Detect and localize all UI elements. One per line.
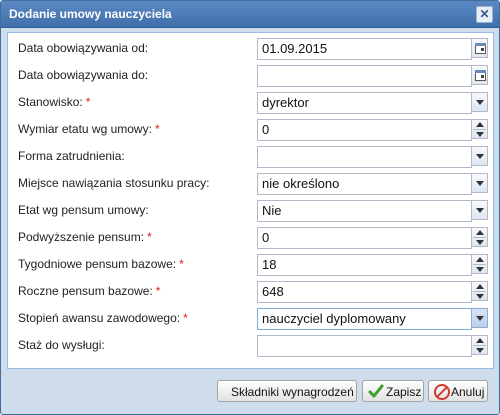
dialog-footer: Składniki wynagrodzeń Zapisz Anuluj <box>7 373 494 409</box>
weekly-pensum-input[interactable]: 18 <box>257 254 472 276</box>
field-label: Staż do wysługi: <box>18 338 105 352</box>
row-pensum-increase: Podwyższenie pensum: * 0 <box>8 227 493 249</box>
chevron-down-icon[interactable] <box>471 200 488 220</box>
fte-input[interactable]: 0 <box>257 119 472 141</box>
salary-components-button[interactable]: Składniki wynagrodzeń <box>217 380 357 402</box>
field-label: Etat wg pensum umowy: <box>18 203 149 217</box>
chevron-down-icon[interactable] <box>471 146 488 166</box>
required-marker: * <box>155 284 161 298</box>
field-label: Data obowiązywania do: <box>18 68 149 82</box>
required-marker: * <box>147 230 152 244</box>
seniority-input[interactable] <box>257 335 472 357</box>
row-date-to: Data obowiązywania do: <box>8 65 493 87</box>
row-position: Stanowisko: * dyrektor <box>8 92 493 114</box>
row-seniority: Staż do wysługi: <box>8 335 493 357</box>
spinner-icon[interactable] <box>471 335 488 355</box>
required-marker: * <box>154 122 160 136</box>
field-label: Wymiar etatu wg umowy: <box>18 122 152 136</box>
employment-form-select[interactable] <box>257 146 472 168</box>
workplace-select[interactable]: nie określono <box>257 173 472 195</box>
check-icon <box>368 384 384 398</box>
row-weekly-pensum: Tygodniowe pensum bazowe: * 18 <box>8 254 493 276</box>
row-pensum-fte: Etat wg pensum umowy: Nie <box>8 200 493 222</box>
spinner-icon[interactable] <box>471 119 488 139</box>
field-label: Roczne pensum bazowe: <box>18 284 153 298</box>
field-label: Podwyższenie pensum: <box>18 230 145 244</box>
form-body: Data obowiązywania od: 01.09.2015 Data o… <box>7 32 494 369</box>
row-fte: Wymiar etatu wg umowy: * 0 <box>8 119 493 141</box>
row-promotion-level: Stopień awansu zawodowego: * nauczyciel d… <box>8 308 493 330</box>
pensum-fte-select[interactable]: Nie <box>257 200 472 222</box>
yearly-pensum-input[interactable]: 648 <box>257 281 472 303</box>
dialog-title: Dodanie umowy nauczyciela <box>9 7 172 21</box>
dialog-window: Dodanie umowy nauczyciela ✕ Data obowiąz… <box>0 0 500 415</box>
field-label: Miejsce nawiązania stosunku pracy: <box>18 176 210 190</box>
pensum-increase-input[interactable]: 0 <box>257 227 472 249</box>
position-select[interactable]: dyrektor <box>257 92 472 114</box>
field-label: Data obowiązywania od: <box>18 41 149 55</box>
dialog-titlebar: Dodanie umowy nauczyciela ✕ <box>1 1 499 28</box>
spinner-icon[interactable] <box>471 227 488 247</box>
required-marker: * <box>179 257 184 271</box>
field-label: Tygodniowe pensum bazowe: <box>18 257 177 271</box>
close-icon[interactable]: ✕ <box>476 6 493 23</box>
field-label: Forma zatrudnienia: <box>18 149 125 163</box>
calendar-icon[interactable] <box>471 65 488 85</box>
cancel-icon <box>434 384 450 400</box>
chevron-down-icon[interactable] <box>471 173 488 193</box>
required-marker: * <box>85 95 91 109</box>
row-date-from: Data obowiązywania od: 01.09.2015 <box>8 38 493 60</box>
spinner-icon[interactable] <box>471 281 488 301</box>
cancel-button[interactable]: Anuluj <box>428 380 488 402</box>
promotion-level-select[interactable]: nauczyciel dyplomowany <box>257 308 472 330</box>
field-label: Stopień awansu zawodowego: <box>18 311 181 325</box>
save-button[interactable]: Zapisz <box>362 380 424 402</box>
date-from-input[interactable]: 01.09.2015 <box>257 38 472 60</box>
chevron-down-icon[interactable] <box>471 92 488 112</box>
row-employment-form: Forma zatrudnienia: <box>8 146 493 168</box>
field-label: Stanowisko: <box>18 95 83 109</box>
row-workplace: Miejsce nawiązania stosunku pracy: nie o… <box>8 173 493 195</box>
calendar-icon[interactable] <box>471 38 488 58</box>
row-yearly-pensum: Roczne pensum bazowe: * 648 <box>8 281 493 303</box>
spinner-icon[interactable] <box>471 254 488 274</box>
required-marker: * <box>183 311 188 325</box>
date-to-input[interactable] <box>257 65 472 87</box>
chevron-down-icon[interactable] <box>471 308 488 328</box>
